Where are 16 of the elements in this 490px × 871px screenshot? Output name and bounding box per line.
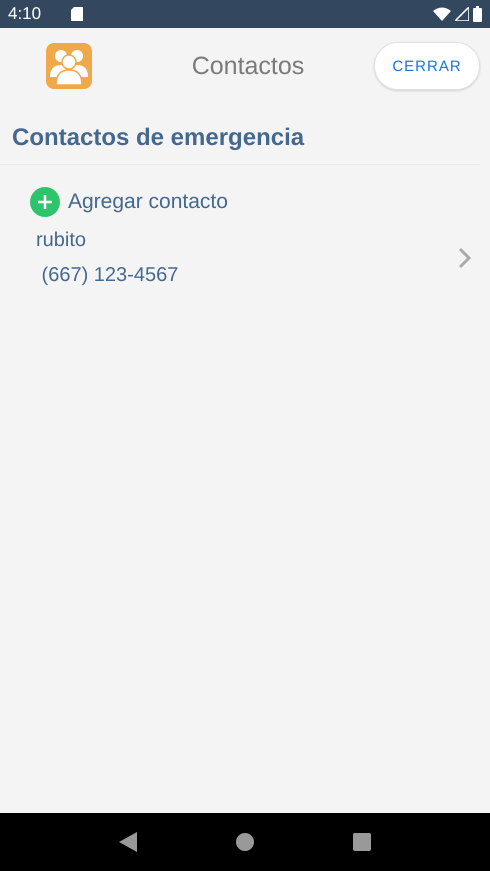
screen-title: Contactos bbox=[190, 52, 306, 80]
battery-icon bbox=[473, 6, 482, 22]
signal-icon bbox=[455, 7, 469, 21]
sd-card-icon bbox=[71, 7, 84, 21]
section-heading: Contactos de emergencia bbox=[0, 104, 480, 165]
contact-name: rubito bbox=[36, 229, 88, 252]
people-group-icon bbox=[46, 43, 92, 89]
back-icon[interactable] bbox=[119, 832, 138, 852]
recents-icon[interactable] bbox=[352, 833, 371, 851]
add-contact-button[interactable]: Agregar contacto bbox=[0, 165, 490, 221]
status-time: 4:10 bbox=[8, 4, 42, 24]
home-icon[interactable] bbox=[236, 833, 254, 851]
close-button[interactable]: CERRAR bbox=[374, 42, 480, 90]
wifi-icon bbox=[433, 7, 451, 21]
contact-phone: (667) 123-4567 bbox=[40, 264, 180, 287]
plus-circle-icon bbox=[30, 187, 60, 217]
